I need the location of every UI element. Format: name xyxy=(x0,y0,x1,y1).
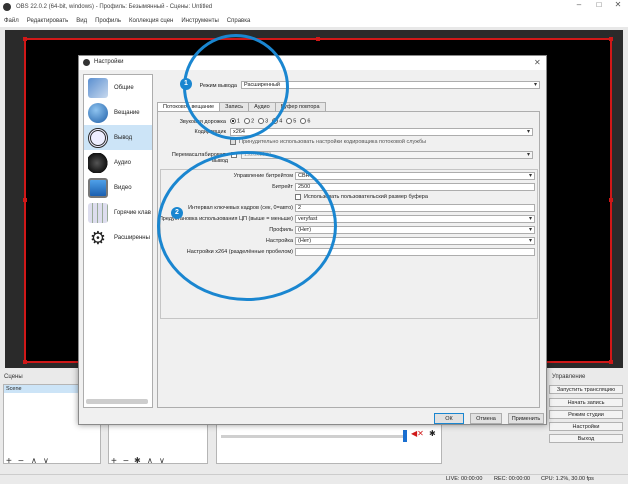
audio-mixer: ◀✕ ✱ xyxy=(216,424,442,464)
menu-tools[interactable]: Инструменты xyxy=(181,18,218,24)
nav-item-hotkeys[interactable]: Горячие клав xyxy=(84,200,152,225)
nav-label: Аудио xyxy=(114,159,131,166)
close-icon[interactable]: ✕ xyxy=(611,0,625,9)
enforce-label: Принудительно использовать настройки код… xyxy=(239,139,427,145)
volume-slider[interactable] xyxy=(221,435,403,438)
highlight-circle xyxy=(183,34,289,140)
menu-file[interactable]: Файл xyxy=(4,18,19,24)
window-titlebar: OBS 22.0.2 (64-bit, windows) - Профиль: … xyxy=(0,0,628,14)
move-up-icon[interactable]: ∧ xyxy=(147,456,153,465)
scenes-dock-title: Сцены xyxy=(4,374,23,380)
apply-button[interactable]: Применить xyxy=(508,413,544,424)
menu-profile[interactable]: Профиль xyxy=(95,18,121,24)
rate-control-select[interactable]: CBR xyxy=(295,172,535,180)
exit-button[interactable]: Выход xyxy=(549,434,623,443)
resize-handle[interactable] xyxy=(609,360,613,364)
maximize-icon[interactable]: □ xyxy=(592,0,606,9)
nav-item-stream[interactable]: Вещание xyxy=(84,100,152,125)
settings-nav: Общие Вещание Вывод Аудио Видео Горячие … xyxy=(83,74,153,408)
encoder-select[interactable]: x264 xyxy=(230,128,533,136)
nav-item-output[interactable]: Вывод xyxy=(84,125,152,150)
gear-window-icon xyxy=(88,77,108,98)
volume-handle[interactable] xyxy=(403,430,407,442)
nav-item-advanced[interactable]: ⚙ Расширенны xyxy=(84,225,152,250)
menu-help[interactable]: Справка xyxy=(227,18,251,24)
audio-track-radio[interactable]: 5 xyxy=(286,118,296,124)
remove-scene-icon[interactable]: − xyxy=(18,456,24,467)
cancel-button[interactable]: Отмена xyxy=(470,413,502,424)
mute-icon[interactable]: ◀✕ xyxy=(411,429,424,438)
bitrate-input[interactable]: 2500 xyxy=(295,183,535,191)
resize-handle[interactable] xyxy=(23,360,27,364)
obs-logo-icon xyxy=(83,59,90,66)
add-source-icon[interactable]: + xyxy=(111,456,117,467)
cpu-status: CPU: 1.2%, 30.00 fps xyxy=(541,476,594,482)
nav-label: Горячие клав xyxy=(114,209,151,216)
dialog-titlebar: Настройки ✕ xyxy=(79,56,546,70)
broadcast-icon xyxy=(88,127,108,148)
globe-icon xyxy=(88,102,108,123)
obs-logo-icon xyxy=(3,3,11,11)
resize-handle[interactable] xyxy=(316,37,320,41)
status-bar: LIVE: 00:00:00 REC: 00:00:00 CPU: 1.2%, … xyxy=(0,474,628,484)
add-scene-icon[interactable]: + xyxy=(6,456,12,467)
gears-icon: ⚙ xyxy=(89,227,107,248)
controls-dock-title: Управление xyxy=(552,374,586,380)
rec-status: REC: 00:00:00 xyxy=(494,476,531,482)
menu-bar: Файл Редактировать Вид Профиль Коллекция… xyxy=(0,14,628,27)
nav-item-video[interactable]: Видео xyxy=(84,175,152,200)
resize-handle[interactable] xyxy=(609,198,613,202)
dialog-title: Настройки xyxy=(94,59,124,65)
nav-label: Вещание xyxy=(114,109,140,116)
nav-label: Вывод xyxy=(114,134,133,141)
resize-handle[interactable] xyxy=(23,37,27,41)
monitor-icon xyxy=(88,177,108,198)
nav-label: Расширенны xyxy=(114,234,150,241)
resize-handle[interactable] xyxy=(609,37,613,41)
live-status: LIVE: 00:00:00 xyxy=(446,476,483,482)
settings-button[interactable]: Настройки xyxy=(549,422,623,431)
source-settings-icon[interactable]: ✱ xyxy=(134,456,141,465)
menu-edit[interactable]: Редактировать xyxy=(27,18,68,24)
minimize-icon[interactable]: – xyxy=(572,0,586,9)
radio-off-icon xyxy=(286,118,293,124)
start-streaming-button[interactable]: Запустить трансляцию xyxy=(549,385,623,394)
nav-label: Общие xyxy=(114,84,134,91)
ok-button[interactable]: ОК xyxy=(434,413,464,424)
radio-off-icon xyxy=(300,118,307,124)
remove-source-icon[interactable]: − xyxy=(123,456,129,467)
step-badge: 2 xyxy=(171,207,183,219)
speaker-icon xyxy=(88,152,108,173)
keyboard-icon xyxy=(88,202,108,223)
menu-scene-collection[interactable]: Коллекция сцен xyxy=(129,18,173,24)
nav-item-audio[interactable]: Аудио xyxy=(84,150,152,175)
nav-item-general[interactable]: Общие xyxy=(84,75,152,100)
start-recording-button[interactable]: Начать запись xyxy=(549,398,623,407)
audio-track-radio[interactable]: 6 xyxy=(300,118,310,124)
studio-mode-button[interactable]: Режим студии xyxy=(549,410,623,419)
nav-scrollbar[interactable] xyxy=(86,399,148,404)
menu-view[interactable]: Вид xyxy=(76,18,87,24)
window-title: OBS 22.0.2 (64-bit, windows) - Профиль: … xyxy=(16,4,213,10)
highlight-circle xyxy=(157,151,337,301)
resize-handle[interactable] xyxy=(23,198,27,202)
move-up-icon[interactable]: ∧ xyxy=(31,456,37,465)
move-down-icon[interactable]: ∨ xyxy=(159,456,165,465)
nav-label: Видео xyxy=(114,184,132,191)
settings-dialog: Настройки ✕ Общие Вещание Вывод Аудио Ви… xyxy=(78,34,547,425)
close-icon[interactable]: ✕ xyxy=(534,58,541,67)
mixer-settings-icon[interactable]: ✱ xyxy=(429,429,436,438)
move-down-icon[interactable]: ∨ xyxy=(43,456,49,465)
step-badge: 1 xyxy=(180,78,192,90)
